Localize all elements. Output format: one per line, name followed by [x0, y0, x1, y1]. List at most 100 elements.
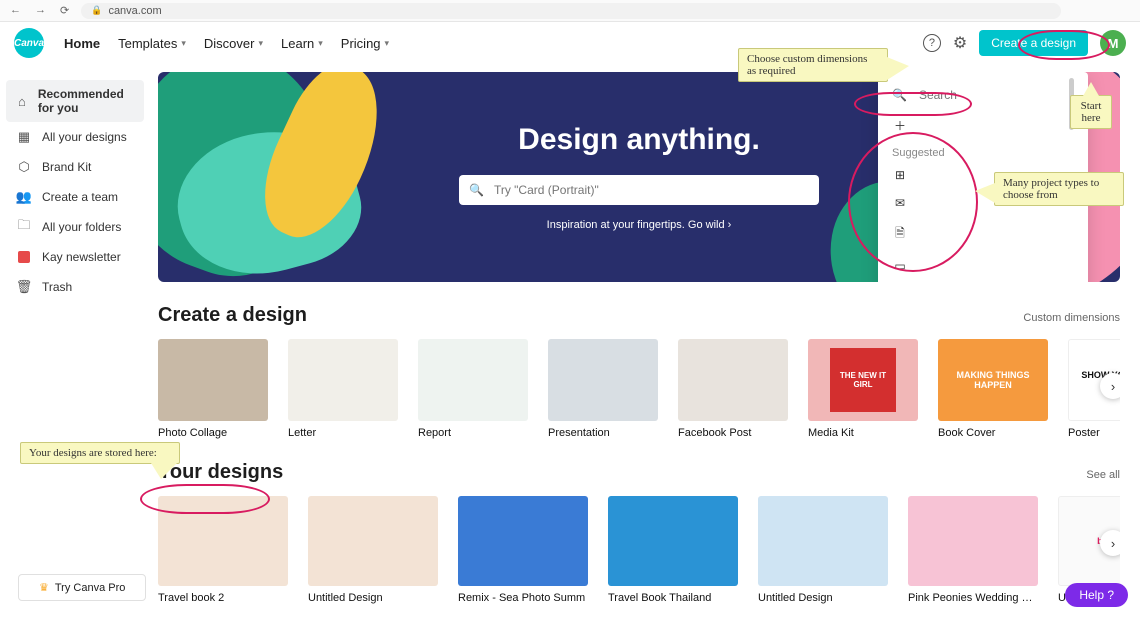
sidebar-item-label: Trash	[42, 280, 72, 294]
chevron-down-icon: ▾	[318, 38, 323, 49]
dropdown-suggested-label: Suggested	[878, 141, 1088, 161]
help-button[interactable]: Help ?	[1065, 583, 1128, 607]
template-card-report[interactable]: Report	[418, 339, 528, 439]
dropdown-item-label: Custom dimensions	[918, 119, 1023, 133]
forward-icon[interactable]: →	[35, 4, 46, 17]
url-text: canva.com	[108, 5, 161, 17]
address-bar[interactable]: 🔒 canva.com	[81, 3, 1061, 19]
try-pro-label: Try Canva Pro	[55, 582, 126, 594]
gear-icon[interactable]: ⚙	[953, 33, 967, 53]
annotation-project-types: Many project types to choose from	[994, 172, 1124, 206]
dropdown-item-label: Presentation	[918, 259, 985, 273]
home-icon: ⌂	[16, 93, 28, 109]
hero-subtext[interactable]: Inspiration at your fingertips. Go wild …	[547, 219, 732, 231]
design-card[interactable]: Untitled Design	[308, 496, 438, 604]
design-card[interactable]: Travel Book Thailand	[608, 496, 738, 604]
folder-icon: 🗀	[16, 219, 32, 235]
reload-icon[interactable]: ⟳	[60, 4, 69, 17]
plus-icon: ＋	[892, 117, 908, 134]
annotation-start-here: Start here	[1070, 95, 1112, 129]
app-topbar: Canva Home Templates▾ Discover▾ Learn▾ P…	[0, 22, 1140, 64]
carousel-next-button[interactable]: ›	[1100, 530, 1120, 556]
chevron-down-icon: ▾	[181, 38, 186, 49]
search-icon: 🔍	[892, 88, 907, 102]
sidebar-item-label: Brand Kit	[42, 160, 91, 174]
dropdown-item-report[interactable]: 🗎 Report	[878, 217, 1088, 252]
sidebar: ⌂ Recommended for you ▦ All your designs…	[0, 64, 150, 619]
sidebar-item-all-designs[interactable]: ▦ All your designs	[6, 122, 144, 152]
canva-logo[interactable]: Canva	[14, 28, 44, 58]
help-icon[interactable]: ?	[923, 34, 941, 52]
sidebar-item-label: All your designs	[42, 130, 127, 144]
see-all-link[interactable]: See all	[1086, 469, 1120, 481]
dropdown-search-input[interactable]	[917, 87, 1074, 103]
template-card-presentation[interactable]: Presentation	[548, 339, 658, 439]
document-icon: 🗎	[892, 224, 908, 245]
hexagon-icon: ⬡	[16, 159, 32, 175]
browser-chrome: ← → ⟳ 🔒 canva.com	[0, 0, 1140, 22]
sidebar-item-folders[interactable]: 🗀 All your folders	[6, 212, 144, 242]
hero-search-input[interactable]	[492, 182, 809, 198]
hero-search[interactable]: 🔍	[459, 175, 819, 205]
square-icon	[16, 249, 32, 265]
nav-templates[interactable]: Templates▾	[118, 36, 186, 51]
presentation-icon: ▭	[892, 259, 908, 273]
try-canva-pro-button[interactable]: ♛ Try Canva Pro	[18, 574, 146, 601]
dropdown-custom-dimensions[interactable]: ＋ Custom dimensions	[878, 110, 1088, 141]
section-heading: Create a design	[158, 304, 307, 327]
annotation-custom-dimensions: Choose custom dimensions as required	[738, 48, 888, 82]
custom-dimensions-link[interactable]: Custom dimensions	[1023, 312, 1120, 324]
avatar[interactable]: M	[1100, 30, 1126, 56]
design-card[interactable]: Untitled Design	[758, 496, 888, 604]
carousel-next-button[interactable]: ›	[1100, 373, 1120, 399]
sidebar-item-label: Recommended for you	[38, 87, 134, 115]
sidebar-item-trash[interactable]: 🗑 Trash	[6, 272, 144, 302]
chevron-down-icon: ▾	[258, 38, 263, 49]
dropdown-item-presentation[interactable]: ▭ Presentation	[878, 252, 1088, 280]
designs-carousel: Travel book 2 Untitled Design Remix - Se…	[158, 496, 1120, 604]
people-icon: 👥	[16, 189, 32, 205]
template-card-media-kit[interactable]: THE NEW IT GIRLMedia Kit	[808, 339, 918, 439]
collage-icon: ⊞	[892, 168, 908, 182]
template-card-photo-collage[interactable]: Photo Collage	[158, 339, 268, 439]
trash-icon: 🗑	[16, 279, 32, 295]
section-create-design: Create a design Custom dimensions Photo …	[158, 304, 1120, 439]
design-card[interactable]: Pink Peonies Wedding Pho	[908, 496, 1038, 604]
dropdown-search[interactable]: 🔍	[878, 80, 1088, 110]
crown-icon: ♛	[39, 581, 49, 594]
sidebar-item-kay-newsletter[interactable]: Kay newsletter	[6, 242, 144, 272]
hero-title: Design anything.	[518, 123, 760, 157]
sidebar-item-label: All your folders	[42, 220, 121, 234]
hero-banner: Design anything. 🔍 Inspiration at your f…	[158, 72, 1120, 282]
design-card[interactable]: Travel book 2	[158, 496, 288, 604]
design-card[interactable]: Remix - Sea Photo Summ	[458, 496, 588, 604]
grid-icon: ▦	[16, 129, 32, 145]
envelope-icon: ✉	[892, 196, 908, 210]
chevron-down-icon: ▾	[385, 38, 390, 49]
sidebar-item-recommended[interactable]: ⌂ Recommended for you	[6, 80, 144, 122]
template-card-facebook-post[interactable]: Facebook Post	[678, 339, 788, 439]
main-content: Design anything. 🔍 Inspiration at your f…	[150, 64, 1140, 619]
primary-nav: Home Templates▾ Discover▾ Learn▾ Pricing…	[64, 36, 389, 51]
search-icon: 🔍	[469, 183, 484, 197]
sidebar-item-create-team[interactable]: 👥 Create a team	[6, 182, 144, 212]
dropdown-item-label: Letter	[918, 196, 949, 210]
sidebar-item-label: Create a team	[42, 190, 118, 204]
lock-icon: 🔒	[91, 5, 102, 16]
create-design-button[interactable]: Create a design	[979, 30, 1088, 56]
dropdown-item-label: Report	[918, 228, 954, 242]
nav-discover[interactable]: Discover▾	[204, 36, 263, 51]
nav-home[interactable]: Home	[64, 36, 100, 51]
template-carousel: Photo Collage Letter Report Presentation…	[158, 339, 1120, 439]
sidebar-item-brand-kit[interactable]: ⬡ Brand Kit	[6, 152, 144, 182]
back-icon[interactable]: ←	[10, 4, 21, 17]
annotation-your-designs: Your designs are stored here:	[20, 442, 180, 464]
sidebar-item-label: Kay newsletter	[42, 250, 121, 264]
dropdown-item-label: Photo Collage	[918, 168, 993, 182]
template-card-book-cover[interactable]: MAKING THINGS HAPPENBook Cover	[938, 339, 1048, 439]
nav-learn[interactable]: Learn▾	[281, 36, 323, 51]
dropdown-item-card[interactable]: ◫Card (Portrait)	[878, 280, 1088, 282]
template-card-letter[interactable]: Letter	[288, 339, 398, 439]
nav-pricing[interactable]: Pricing▾	[341, 36, 389, 51]
section-your-designs: Your designs See all Travel book 2 Untit…	[158, 461, 1120, 604]
